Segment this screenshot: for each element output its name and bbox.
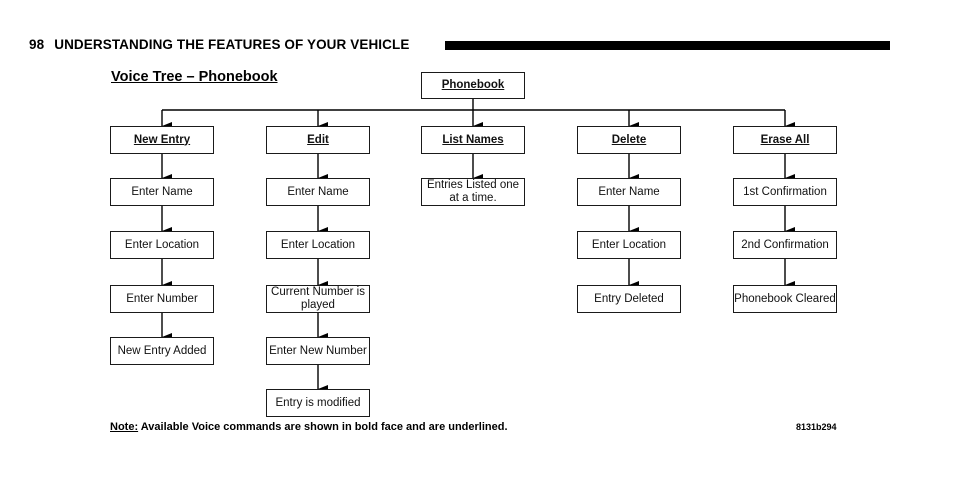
command-label: List Names [442,133,504,146]
step-node-new-entry-4: New Entry Added [110,337,214,365]
step-label: 2nd Confirmation [741,238,829,251]
step-label: Entry is modified [275,396,361,409]
step-node-edit-3: Current Number is played [266,285,370,313]
step-label: Enter Name [598,185,660,198]
command-label: New Entry [133,133,191,146]
step-label: Enter Name [131,185,193,198]
command-label: Edit [307,133,329,146]
figure-code: 8131b294 [796,422,837,432]
footnote: Note: Available Voice commands are shown… [110,421,508,433]
step-label: 1st Confirmation [743,185,827,198]
step-node-delete-2: Enter Location [577,231,681,259]
step-node-edit-1: Enter Name [266,178,370,206]
note-text: Available Voice commands are shown in bo… [138,421,508,433]
command-node-new-entry: New Entry [110,126,214,154]
step-node-edit-5: Entry is modified [266,389,370,417]
step-label: Entries Listed one at a time. [426,179,520,204]
step-label: Enter Number [126,292,198,305]
root-node-label: Phonebook [441,79,505,91]
step-label: Phonebook Cleared [734,292,836,305]
step-node-erase-all-3: Phonebook Cleared [733,285,837,313]
step-label: Enter New Number [269,344,367,357]
step-node-delete-1: Enter Name [577,178,681,206]
step-label: Current Number is played [271,286,365,311]
step-label: Enter Location [280,238,356,251]
step-node-erase-all-1: 1st Confirmation [733,178,837,206]
command-node-delete: Delete [577,126,681,154]
step-node-edit-2: Enter Location [266,231,370,259]
root-node-phonebook: Phonebook [421,72,525,99]
command-label: Erase All [760,133,810,146]
step-node-new-entry-3: Enter Number [110,285,214,313]
step-node-list-names-1: Entries Listed one at a time. [421,178,525,206]
step-node-new-entry-2: Enter Location [110,231,214,259]
step-node-new-entry-1: Enter Name [110,178,214,206]
note-label: Note: [110,421,139,433]
step-label: Enter Location [124,238,200,251]
step-label: Enter Location [591,238,667,251]
step-node-edit-4: Enter New Number [266,337,370,365]
step-node-erase-all-2: 2nd Confirmation [733,231,837,259]
step-label: Enter Name [287,185,349,198]
step-label: Entry Deleted [594,292,664,305]
command-node-erase-all: Erase All [733,126,837,154]
command-node-list-names: List Names [421,126,525,154]
step-label: New Entry Added [117,344,207,357]
command-label: Delete [611,133,647,146]
command-node-edit: Edit [266,126,370,154]
step-node-delete-3: Entry Deleted [577,285,681,313]
